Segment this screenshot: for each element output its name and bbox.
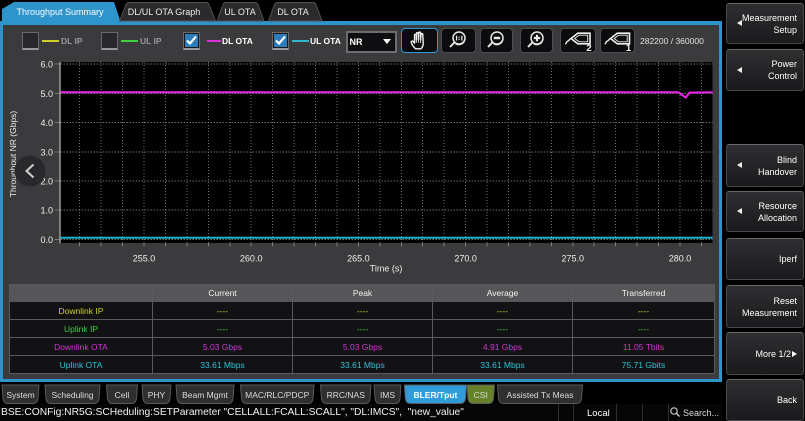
svg-text:2: 2 [586,42,591,51]
svg-text:1.0: 1.0 [40,206,53,216]
svg-text:System: System [6,390,34,400]
svg-text:265.0: 265.0 [347,254,370,264]
svg-text:Assisted Tx Meas: Assisted Tx Meas [507,390,574,400]
svg-text:280.0: 280.0 [669,254,692,264]
svg-text:DL/UL OTA Graph: DL/UL OTA Graph [128,7,201,17]
svg-text:Beam Mgmt: Beam Mgmt [182,390,228,400]
svg-text:CSI: CSI [474,390,488,400]
svg-text:275.0: 275.0 [562,254,585,264]
svg-text:Cell: Cell [115,390,130,400]
svg-text:IMS: IMS [380,390,395,400]
svg-text:3.0: 3.0 [40,147,53,157]
svg-text:Throughput NR (Gbps): Throughput NR (Gbps) [8,111,18,198]
svg-text:6.0: 6.0 [40,60,53,70]
svg-text:MAC/RLC/PDCP: MAC/RLC/PDCP [245,390,310,400]
svg-text:PHY: PHY [148,390,166,400]
svg-text:270.0: 270.0 [454,254,477,264]
svg-text:260.0: 260.0 [240,254,263,264]
svg-text:1: 1 [625,42,631,51]
svg-text:5.0: 5.0 [40,89,53,99]
svg-text:BLER/Tput: BLER/Tput [413,390,457,400]
svg-text:DL OTA: DL OTA [277,7,309,17]
svg-text:Time (s): Time (s) [370,264,403,274]
svg-text:0.0: 0.0 [40,235,53,245]
svg-text:RRC/NAS: RRC/NAS [327,390,366,400]
svg-text:Scheduling: Scheduling [51,390,93,400]
svg-text:255.0: 255.0 [133,254,156,264]
svg-text:4.0: 4.0 [40,118,53,128]
svg-text:UL OTA: UL OTA [224,7,256,17]
svg-text:Throughput Summary: Throughput Summary [16,7,104,17]
